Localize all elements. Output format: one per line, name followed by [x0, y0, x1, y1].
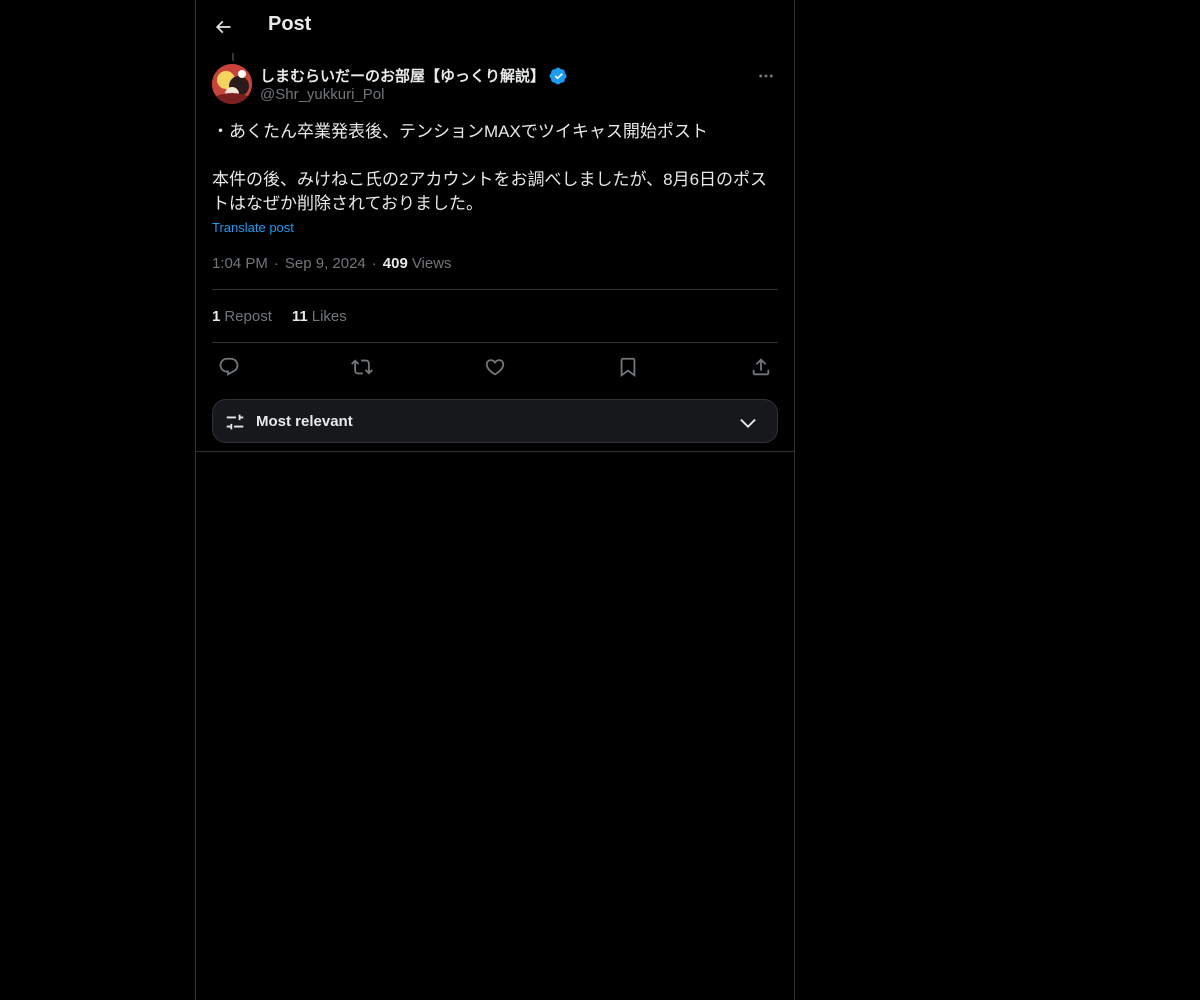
post-date[interactable]: Sep 9, 2024 — [285, 255, 366, 272]
likes-count: 11 — [291, 307, 308, 325]
post: しまむらいだーのお部屋【ゆっくり解説】 @Shr_yukkuri_Pol ・あく… — [212, 64, 778, 443]
like-icon — [485, 359, 505, 376]
likes-label: Likes — [311, 307, 347, 325]
post-text-line: ・あくたん卒業発表後、テンションMAXでツイキャス開始ポスト — [212, 122, 708, 141]
reposts-stat[interactable]: 1 Repost — [212, 308, 272, 325]
like-button[interactable] — [482, 354, 508, 380]
views-label: Views — [411, 254, 452, 272]
share-icon — [752, 358, 770, 376]
thread-connector-line — [232, 53, 234, 61]
meta-separator: · — [371, 254, 377, 272]
divider — [196, 451, 794, 452]
more-dots-icon — [759, 74, 773, 78]
header-bar: Post — [196, 0, 794, 53]
reposts-label: Repost — [224, 307, 272, 325]
sliders-icon — [226, 414, 244, 430]
avatar[interactable] — [212, 64, 252, 104]
post-time[interactable]: 1:04 PM — [212, 255, 268, 272]
chevron-down-icon — [740, 418, 756, 428]
page-title: Post — [268, 13, 312, 35]
avatar-image — [212, 64, 252, 104]
main-column: Post しまむらいだーのお部屋【ゆっくり解説】 @Shr_yukkuri_Po… — [195, 0, 795, 1000]
engagement-stats: 1 Repost 11 Likes — [212, 290, 778, 342]
display-name: しまむらいだーのお部屋【ゆっくり解説】 — [260, 68, 546, 85]
meta-separator: · — [273, 254, 279, 272]
reposts-count: 1 — [212, 307, 221, 325]
arrow-left-icon — [215, 20, 231, 34]
bookmark-icon — [620, 357, 636, 378]
bookmark-button[interactable] — [615, 354, 641, 380]
sort-label: Most relevant — [256, 413, 353, 430]
post-meta: 1:04 PM · Sep 9, 2024 · 409 Views — [212, 253, 778, 273]
repost-button[interactable] — [349, 354, 375, 380]
post-text-line: 本件の後、みけねこ氏の2アカウントをお調べしましたが、8月6日のポストはなぜか削… — [212, 170, 768, 213]
repost-icon — [351, 359, 373, 375]
author-row: しまむらいだーのお部屋【ゆっくり解説】 @Shr_yukkuri_Pol — [212, 64, 778, 108]
user-handle[interactable]: @Shr_yukkuri_Pol — [260, 86, 384, 103]
views-count: 409 — [382, 254, 408, 272]
more-options-button[interactable] — [754, 64, 778, 88]
action-bar — [212, 343, 778, 391]
reply-icon — [219, 357, 239, 376]
verified-badge-icon — [549, 67, 567, 84]
reply-sort-dropdown[interactable]: Most relevant — [212, 399, 778, 443]
share-button[interactable] — [748, 354, 774, 380]
display-name-link[interactable]: しまむらいだーのお部屋【ゆっくり解説】 — [260, 65, 567, 86]
reply-button[interactable] — [216, 354, 242, 380]
translate-post-link[interactable]: Translate post — [212, 220, 294, 235]
back-button[interactable] — [206, 10, 240, 44]
post-body: ・あくたん卒業発表後、テンションMAXでツイキャス開始ポスト 本件の後、みけねこ… — [212, 120, 778, 216]
likes-stat[interactable]: 11 Likes — [292, 308, 347, 325]
